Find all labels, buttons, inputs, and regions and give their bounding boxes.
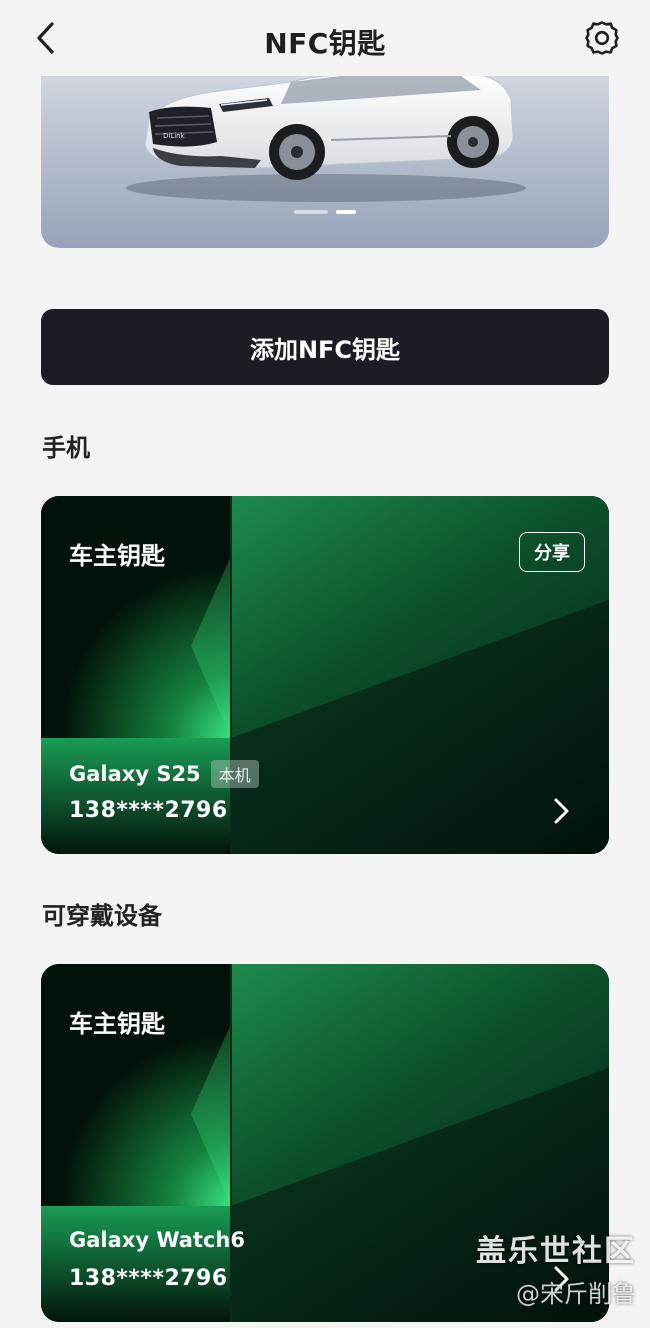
chevron-right-icon <box>554 798 569 824</box>
settings-button[interactable] <box>580 16 624 60</box>
share-button[interactable]: 分享 <box>519 532 585 572</box>
phone-number: 138****2796 <box>69 798 228 823</box>
device-info: Galaxy Watch6 <box>69 1228 245 1252</box>
device-name: Galaxy Watch6 <box>69 1228 245 1252</box>
carousel-indicator <box>41 210 609 214</box>
gear-icon <box>585 21 619 55</box>
device-info: Galaxy S25 本机 <box>69 760 259 788</box>
svg-text:DiLink: DiLink <box>163 132 186 140</box>
add-nfc-key-button[interactable]: 添加NFC钥匙 <box>41 309 609 385</box>
key-card-phone[interactable]: 车主钥匙 分享 Galaxy S25 本机 138****2796 <box>41 496 609 854</box>
top-bar: NFC钥匙 <box>0 0 650 76</box>
carousel-dot <box>294 210 328 214</box>
phone-number: 138****2796 <box>69 1266 228 1291</box>
device-name: Galaxy S25 <box>69 762 201 786</box>
car-image: DiLink <box>126 73 526 202</box>
page-title: NFC钥匙 <box>264 27 386 60</box>
watermark-user: @宋斤削鲁 <box>516 1280 636 1308</box>
watermark-site: 盖乐世社区 <box>476 1234 636 1269</box>
section-title-phone: 手机 <box>42 434 90 462</box>
carousel-dot-active <box>336 210 356 214</box>
car-banner[interactable]: DiLink <box>41 60 609 248</box>
card-title: 车主钥匙 <box>69 1010 165 1038</box>
section-title-wearable: 可穿戴设备 <box>42 902 162 930</box>
card-title: 车主钥匙 <box>69 542 165 570</box>
this-device-badge: 本机 <box>210 760 259 788</box>
